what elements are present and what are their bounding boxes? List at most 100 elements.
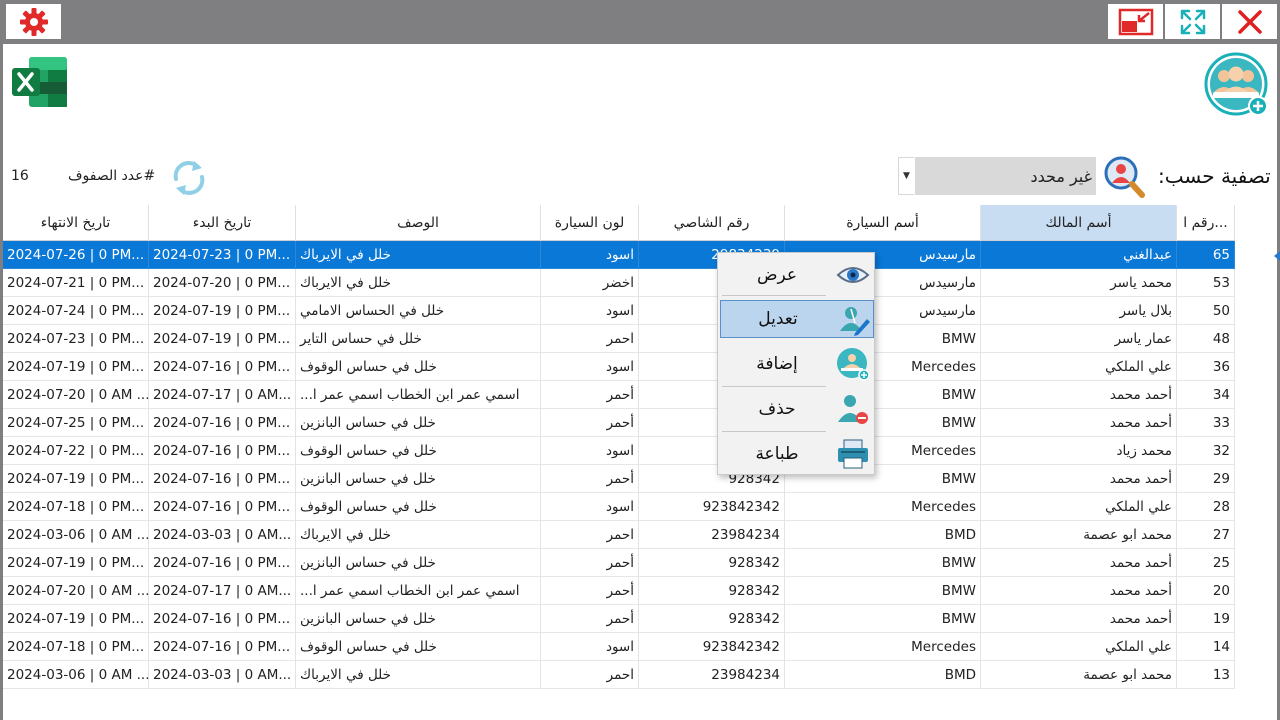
cell-chassis[interactable]: 923842342 [639,493,785,521]
cell-description[interactable]: خلل في حساس البانزين [296,465,541,493]
menu-item-add[interactable]: إضافة [720,345,874,383]
cell-start-date[interactable]: 2024-07-16 | 0 PM... [149,493,296,521]
cell-end-date[interactable]: 2024-07-20 | 0 AM ... [3,381,149,409]
cell-end-date[interactable]: 2024-07-21 | 0 PM... [3,269,149,297]
cell-id[interactable]: 48 [1177,325,1235,353]
table-row[interactable]: 14 علي الملكي Mercedes 923842342 اسود خلل في … [3,633,1235,661]
cell-end-date[interactable]: 2024-07-18 | 0 PM... [3,633,149,661]
cell-end-date[interactable]: 2024-07-23 | 0 PM... [3,325,149,353]
cell-owner[interactable]: علي الملكي [981,493,1177,521]
cell-end-date[interactable]: 2024-07-24 | 0 PM... [3,297,149,325]
filter-search-button[interactable] [1102,155,1146,199]
cell-chassis[interactable]: 23984234 [639,661,785,689]
cell-start-date[interactable]: 2024-07-20 | 0 PM... [149,269,296,297]
cell-car-name[interactable]: BMD [785,661,981,689]
cell-owner[interactable]: محمد زياد [981,437,1177,465]
cell-owner[interactable]: محمد ابو عصمة [981,521,1177,549]
cell-color[interactable]: اسود [541,493,639,521]
cell-color[interactable]: اخضر [541,269,639,297]
cell-id[interactable]: 27 [1177,521,1235,549]
cell-end-date[interactable]: 2024-07-19 | 0 PM... [3,605,149,633]
cell-description[interactable]: خلل في الايرباك [296,241,541,269]
cell-end-date[interactable]: 2024-03-06 | 0 AM ... [3,661,149,689]
cell-color[interactable]: أحمر [541,605,639,633]
menu-item-delete[interactable]: حذف [720,390,874,428]
cell-color[interactable]: اسود [541,353,639,381]
cell-color[interactable]: اسود [541,241,639,269]
cell-owner[interactable]: محمد ابو عصمة [981,661,1177,689]
cell-id[interactable]: 32 [1177,437,1235,465]
cell-id[interactable]: 19 [1177,605,1235,633]
cell-id[interactable]: 65 [1177,241,1235,269]
close-button[interactable] [1222,4,1277,39]
table-row[interactable]: 27 محمد ابو عصمة BMD 23984234 احمر خلل في الا… [3,521,1235,549]
column-header-color[interactable]: لون السيارة [541,205,639,241]
table-row[interactable]: 29 أحمد محمد BMW 928342 أحمر خلل في حساس البا… [3,465,1235,493]
column-header-start-date[interactable]: تاريخ البدء [149,205,296,241]
cell-end-date[interactable]: 2024-07-25 | 0 PM... [3,409,149,437]
cell-id[interactable]: 14 [1177,633,1235,661]
cell-start-date[interactable]: 2024-07-16 | 0 PM... [149,633,296,661]
menu-item-edit[interactable]: تعديل [720,300,874,338]
cell-end-date[interactable]: 2024-03-06 | 0 AM ... [3,521,149,549]
cell-color[interactable]: أحمر [541,465,639,493]
cell-chassis[interactable]: 928342 [639,549,785,577]
cell-car-name[interactable]: BMW [785,605,981,633]
column-header-id[interactable]: رقم ا... [1177,205,1235,241]
cell-end-date[interactable]: 2024-07-22 | 0 PM... [3,437,149,465]
cell-start-date[interactable]: 2024-07-16 | 0 PM... [149,605,296,633]
cell-owner[interactable]: محمد ياسر [981,269,1177,297]
cell-end-date[interactable]: 2024-07-19 | 0 PM... [3,353,149,381]
cell-description[interactable]: خلل في حساس البانزين [296,549,541,577]
table-row[interactable]: 48عمار ياسرBMW2احمرخلل في حساس التاير202… [3,325,1235,353]
cell-color[interactable]: احمر [541,661,639,689]
cell-description[interactable]: خلل في حساس الوقوف [296,353,541,381]
cell-start-date[interactable]: 2024-07-19 | 0 PM... [149,297,296,325]
table-row[interactable]: 33 أحمد محمد BMW أحمر خلل في حساس البانزين 20… [3,409,1235,437]
cell-end-date[interactable]: 2024-07-20 | 0 AM ... [3,577,149,605]
cell-color[interactable]: احمر [541,325,639,353]
settings-button[interactable] [6,4,61,39]
cell-end-date[interactable]: 2024-07-19 | 0 PM... [3,549,149,577]
maintenance-table[interactable]: رقم ا... أسم المالك أسم السيارة رقم الشا… [3,205,1280,695]
cell-color[interactable]: أحمر [541,549,639,577]
cell-end-date[interactable]: 2024-07-19 | 0 PM... [3,465,149,493]
refresh-button[interactable] [168,157,210,199]
cell-id[interactable]: 34 [1177,381,1235,409]
cell-description[interactable]: خلل في حساس البانزين [296,409,541,437]
filter-combobox[interactable]: غير محدد [915,157,1096,195]
column-header-description[interactable]: الوصف [296,205,541,241]
column-header-chassis[interactable]: رقم الشاصي [639,205,785,241]
cell-chassis[interactable]: 23984234 [639,521,785,549]
cell-start-date[interactable]: 2024-07-16 | 0 PM... [149,353,296,381]
restore-down-button[interactable] [1108,4,1163,39]
cell-chassis[interactable]: 923842342 [639,633,785,661]
cell-start-date[interactable]: 2024-07-17 | 0 AM... [149,577,296,605]
table-row[interactable]: 19 أحمد محمد BMW 928342 أحمر خلل في حساس البا… [3,605,1235,633]
cell-car-name[interactable]: BMD [785,521,981,549]
cell-description[interactable]: خلل في الايرباك [296,521,541,549]
cell-id[interactable]: 29 [1177,465,1235,493]
cell-id[interactable]: 20 [1177,577,1235,605]
cell-color[interactable]: أحمر [541,381,639,409]
cell-color[interactable]: أحمر [541,409,639,437]
cell-start-date[interactable]: 2024-07-23 | 0 PM... [149,241,296,269]
cell-end-date[interactable]: 2024-07-26 | 0 PM... [3,241,149,269]
cell-color[interactable]: اسود [541,297,639,325]
cell-id[interactable]: 33 [1177,409,1235,437]
cell-start-date[interactable]: 2024-07-16 | 0 PM... [149,549,296,577]
table-row[interactable]: 65عبدالغنيمارسيدس29834239اسودخلل في الاي… [3,241,1235,269]
cell-start-date[interactable]: 2024-03-03 | 0 AM... [149,661,296,689]
table-row[interactable]: 50 بلال ياسر مارسيدس اسود خلل في الحساس الام… [3,297,1235,325]
cell-start-date[interactable]: 2024-07-16 | 0 PM... [149,409,296,437]
cell-start-date[interactable]: 2024-03-03 | 0 AM... [149,521,296,549]
cell-chassis[interactable]: 928342 [639,577,785,605]
maximize-button[interactable] [1165,4,1220,39]
cell-owner[interactable]: بلال ياسر [981,297,1177,325]
cell-car-name[interactable]: BMW [785,549,981,577]
table-row[interactable]: 20 أحمد محمد BMW 928342 أحمر اسمي عمر ابن الخ… [3,577,1235,605]
column-header-owner[interactable]: أسم المالك [981,205,1177,241]
cell-description[interactable]: خلل في حساس الوقوف [296,633,541,661]
cell-description[interactable]: خلل في الحساس الامامي [296,297,541,325]
excel-export-button[interactable] [11,56,68,108]
